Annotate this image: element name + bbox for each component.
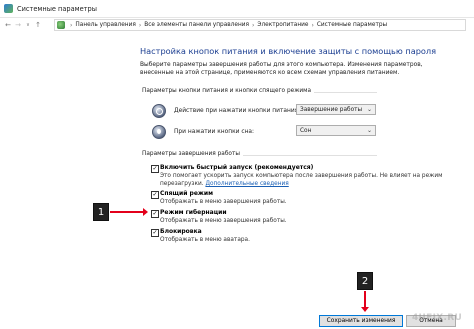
fast-startup-checkbox[interactable]: ✓ [151,165,159,173]
power-buttons-section-label: Параметры кнопки питания и кнопки спящег… [142,88,315,94]
callout-2-arrow [361,291,369,312]
sleep-desc: Отображать в меню завершения работы. [160,199,287,205]
save-changes-button[interactable]: Сохранить изменения [319,315,403,327]
power-button-icon [152,104,166,118]
up-arrow-icon[interactable]: ↑ [33,21,43,29]
breadcrumb-sep: › [70,21,73,29]
sleep-button-row: При нажатии кнопки сна: [152,125,254,139]
sleep-button-icon [152,125,166,139]
chevron-down-icon: ⌄ [366,106,372,113]
navigation-bar: ← → ∨ ↑ › Панель управления › Все элемен… [0,18,474,32]
forward-arrow-icon[interactable]: → [13,21,23,29]
fast-startup-desc: Это помогает ускорить запуск компьютера … [160,172,443,188]
callout-1: 1 [93,203,109,221]
sleep-button-label: При нажатии кнопки сна: [174,129,255,135]
shutdown-section-label: Параметры завершения работы [142,151,243,157]
control-panel-icon [57,21,65,29]
title-bar: Системные параметры [0,0,474,18]
breadcrumb-system-settings[interactable]: Системные параметры [317,22,387,28]
recent-locations-icon[interactable]: ∨ [23,22,33,28]
more-info-link[interactable]: Дополнительные сведения [205,181,288,187]
hibernate-checkbox[interactable]: ✓ [151,210,159,218]
sleep-checkbox[interactable]: ✓ [151,191,159,199]
breadcrumb-power-options[interactable]: Электропитание [257,22,308,28]
lock-title: Блокировка [160,228,202,235]
breadcrumb-sep: › [138,21,142,29]
window-title: Системные параметры [17,4,97,13]
chevron-down-icon: ⌄ [366,127,372,134]
sleep-title: Спящий режим [160,190,213,197]
site-watermark: 4UFIX.RU [412,313,463,323]
power-button-label: Действие при нажатии кнопки питания: [174,108,301,114]
fast-startup-desc-line2: перезагрузки. [160,181,204,187]
sleep-button-action-value: Сон [300,127,312,134]
breadcrumb-control-panel[interactable]: Панель управления [75,22,135,28]
callout-1-arrow [110,208,148,216]
breadcrumb-sep: › [252,21,255,29]
control-panel-icon [4,4,13,13]
back-arrow-icon[interactable]: ← [3,21,13,29]
lock-checkbox[interactable]: ✓ [151,229,159,237]
breadcrumb-all-items[interactable]: Все элементы панели управления [144,22,249,28]
page-title: Настройка кнопок питания и включение защ… [140,46,437,56]
power-button-action-value: Завершение работы [300,106,363,113]
callout-2: 2 [357,272,373,290]
fast-startup-desc-line1: Это помогает ускорить запуск компьютера … [160,173,443,179]
lock-desc: Отображать в меню аватара. [160,237,250,243]
page-description: Выберите параметры завершения работы для… [140,62,423,76]
sleep-button-action-select[interactable]: Сон ⌄ [296,125,376,136]
power-button-row: Действие при нажатии кнопки питания: [152,104,300,118]
hibernate-desc: Отображать в меню завершения работы. [160,218,287,224]
breadcrumb-sep: › [311,21,314,29]
address-bar[interactable]: › Панель управления › Все элементы панел… [54,19,466,31]
hibernate-title: Режим гибернации [160,209,227,216]
fast-startup-title: Включить быстрый запуск (рекомендуется) [160,164,314,171]
power-button-action-select[interactable]: Завершение работы ⌄ [296,104,376,115]
